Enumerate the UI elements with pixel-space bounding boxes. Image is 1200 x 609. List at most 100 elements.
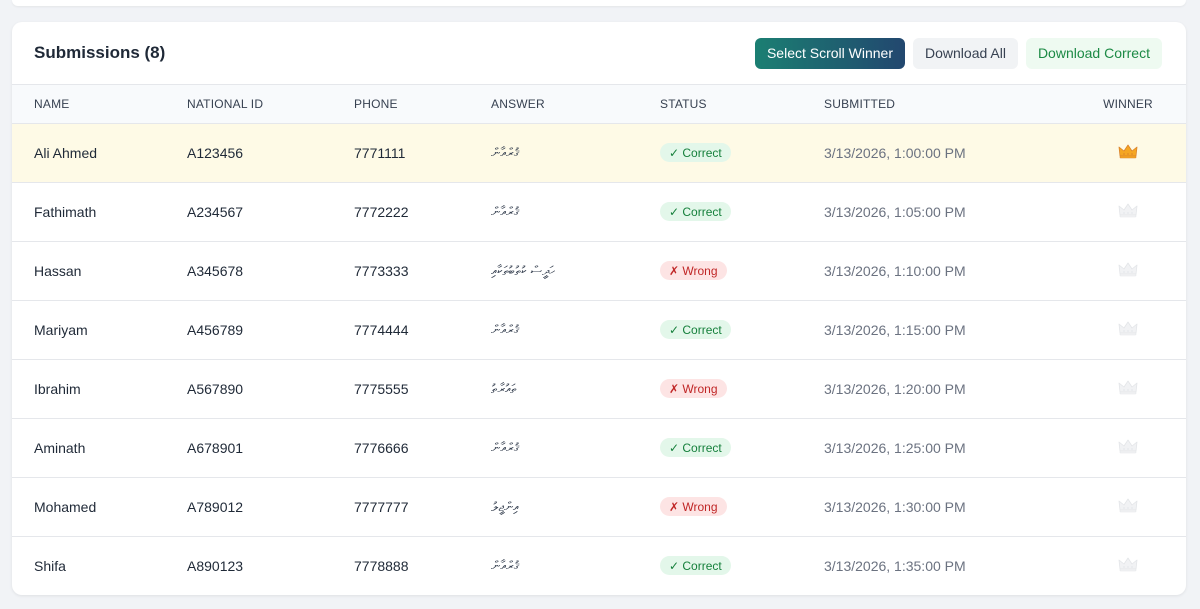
table-row: Ibrahim A567890 7775555 ތައުރާތު ✗ Wrong 3/13…	[12, 359, 1186, 418]
crown-icon[interactable]	[1118, 438, 1138, 454]
cell-name: Mohamed	[34, 498, 97, 515]
cell-status: ✓ Correct	[660, 123, 824, 182]
cell-answer: ޤުރްއާން	[491, 418, 660, 477]
card-header: Submissions (8) Select Scroll Winner Dow…	[12, 22, 1186, 85]
cell-phone: 7772222	[354, 203, 409, 220]
table-row: Fathimath A234567 7772222 ޤުރްއާން ✓ Correct…	[12, 182, 1186, 241]
column-header-national-id: NATIONAL ID	[187, 96, 264, 111]
cell-phone: 7775555	[354, 380, 409, 397]
answer-text: ޤުރްއާން	[491, 441, 519, 456]
status-badge: ✓ Correct	[660, 143, 731, 162]
cell-submitted: 3/13/2026, 1:00:00 PM	[824, 144, 966, 161]
cell-name: Mariyam	[34, 321, 88, 338]
cell-answer: ހަދީސް ކުތުބުތަކާއި	[491, 241, 660, 300]
answer-text: ތައުރާތު	[491, 382, 517, 397]
cell-status: ✗ Wrong	[660, 241, 824, 300]
cell-status: ✓ Correct	[660, 182, 824, 241]
select-scroll-winner-button[interactable]: Select Scroll Winner	[754, 37, 905, 69]
cell-submitted: 3/13/2026, 1:35:00 PM	[824, 557, 966, 574]
cell-national-id: A890123	[187, 557, 244, 574]
crown-icon[interactable]	[1118, 202, 1138, 218]
answer-text: ހަދީސް ކުތުބުތަކާއި	[491, 264, 556, 279]
column-header-winner: WINNER	[1103, 96, 1153, 111]
submissions-table: NAME NATIONAL ID PHONE ANSWER STATUS SUB…	[12, 85, 1186, 595]
cell-phone: 7776666	[354, 439, 409, 456]
cell-winner	[1070, 477, 1186, 536]
crown-icon[interactable]	[1118, 320, 1138, 336]
table-body: Ali Ahmed A123456 7771111 ޤުރްއާން ✓ Correct…	[12, 123, 1186, 595]
answer-text: ޤުރްއާން	[491, 146, 519, 161]
crown-icon[interactable]	[1118, 261, 1138, 277]
cell-status: ✗ Wrong	[660, 359, 824, 418]
cell-name: Ibrahim	[34, 380, 81, 397]
cell-answer: ޤުރްއާން	[491, 300, 660, 359]
table-row: Shifa A890123 7778888 ޤުރްއާން ✓ Correct 3/13…	[12, 536, 1186, 595]
table-header: NAME NATIONAL ID PHONE ANSWER STATUS SUB…	[12, 85, 1186, 123]
crown-icon[interactable]	[1118, 143, 1138, 159]
cell-status: ✓ Correct	[660, 536, 824, 595]
download-all-button[interactable]: Download All	[913, 37, 1018, 69]
header-actions: Select Scroll Winner Download All Downlo…	[754, 37, 1162, 69]
page-title: Submissions (8)	[34, 43, 166, 62]
cell-phone: 7778888	[354, 557, 409, 574]
cell-name: Ali Ahmed	[34, 144, 98, 161]
status-badge: ✗ Wrong	[660, 379, 727, 398]
table-row: Mariyam A456789 7774444 ޤުރްއާން ✓ Correct 3/…	[12, 300, 1186, 359]
cell-submitted: 3/13/2026, 1:10:00 PM	[824, 262, 966, 279]
cell-phone: 7773333	[354, 262, 409, 279]
cell-answer: އިންޖީލު	[491, 477, 660, 536]
cell-national-id: A678901	[187, 439, 244, 456]
column-header-submitted: SUBMITTED	[824, 96, 896, 111]
status-badge: ✓ Correct	[660, 202, 731, 221]
answer-text: ޤުރްއާން	[491, 559, 519, 575]
cell-answer: ޤުރްއާން	[491, 123, 660, 182]
cell-winner	[1070, 300, 1186, 359]
column-header-status: STATUS	[660, 96, 707, 111]
cell-national-id: A234567	[187, 203, 244, 220]
cell-submitted: 3/13/2026, 1:25:00 PM	[824, 439, 966, 456]
cell-winner	[1070, 536, 1186, 595]
cell-status: ✗ Wrong	[660, 477, 824, 536]
answer-text: ޤުރްއާން	[491, 323, 519, 338]
cell-submitted: 3/13/2026, 1:05:00 PM	[824, 203, 966, 220]
table-row: Mohamed A789012 7777777 އިންޖީލު ✗ Wrong 3/13…	[12, 477, 1186, 536]
crown-icon[interactable]	[1118, 497, 1138, 513]
cell-name: Shifa	[34, 557, 66, 574]
column-header-name: NAME	[34, 96, 70, 111]
submissions-card: Submissions (8) Select Scroll Winner Dow…	[12, 22, 1186, 595]
download-correct-button[interactable]: Download Correct	[1025, 37, 1162, 69]
answer-text: ޤުރްއާން	[491, 205, 519, 220]
cell-name: Fathimath	[34, 203, 97, 220]
cell-name: Hassan	[34, 262, 82, 279]
crown-icon[interactable]	[1118, 556, 1138, 572]
cell-status: ✓ Correct	[660, 300, 824, 359]
table-row: Aminath A678901 7776666 ޤުރްއާން ✓ Correct 3/…	[12, 418, 1186, 477]
status-badge: ✗ Wrong	[660, 497, 727, 516]
cell-winner	[1070, 182, 1186, 241]
answer-text: އިންޖީލު	[491, 500, 519, 515]
table-row: Hassan A345678 7773333 ހަދީސް ކުތުބުތަކާއި ✗…	[12, 241, 1186, 300]
cell-winner	[1070, 418, 1186, 477]
cell-phone: 7774444	[354, 321, 409, 338]
cell-submitted: 3/13/2026, 1:30:00 PM	[824, 498, 966, 515]
cell-phone: 7777777	[354, 498, 409, 515]
previous-card-edge	[12, 0, 1186, 6]
column-header-answer: ANSWER	[491, 96, 545, 111]
crown-icon[interactable]	[1118, 379, 1138, 395]
cell-status: ✓ Correct	[660, 418, 824, 477]
cell-winner	[1070, 123, 1186, 182]
status-badge: ✓ Correct	[660, 438, 731, 457]
status-badge: ✓ Correct	[660, 320, 731, 339]
table-header-row: NAME NATIONAL ID PHONE ANSWER STATUS SUB…	[12, 85, 1186, 123]
column-header-phone: PHONE	[354, 96, 398, 111]
status-badge: ✓ Correct	[660, 556, 731, 576]
cell-national-id: A123456	[187, 144, 244, 161]
cell-national-id: A567890	[187, 380, 244, 397]
cell-name: Aminath	[34, 439, 86, 456]
cell-winner	[1070, 241, 1186, 300]
cell-national-id: A789012	[187, 498, 244, 515]
cell-answer: ތައުރާތު	[491, 359, 660, 418]
cell-national-id: A345678	[187, 262, 244, 279]
cell-submitted: 3/13/2026, 1:20:00 PM	[824, 380, 966, 397]
cell-submitted: 3/13/2026, 1:15:00 PM	[824, 321, 966, 338]
